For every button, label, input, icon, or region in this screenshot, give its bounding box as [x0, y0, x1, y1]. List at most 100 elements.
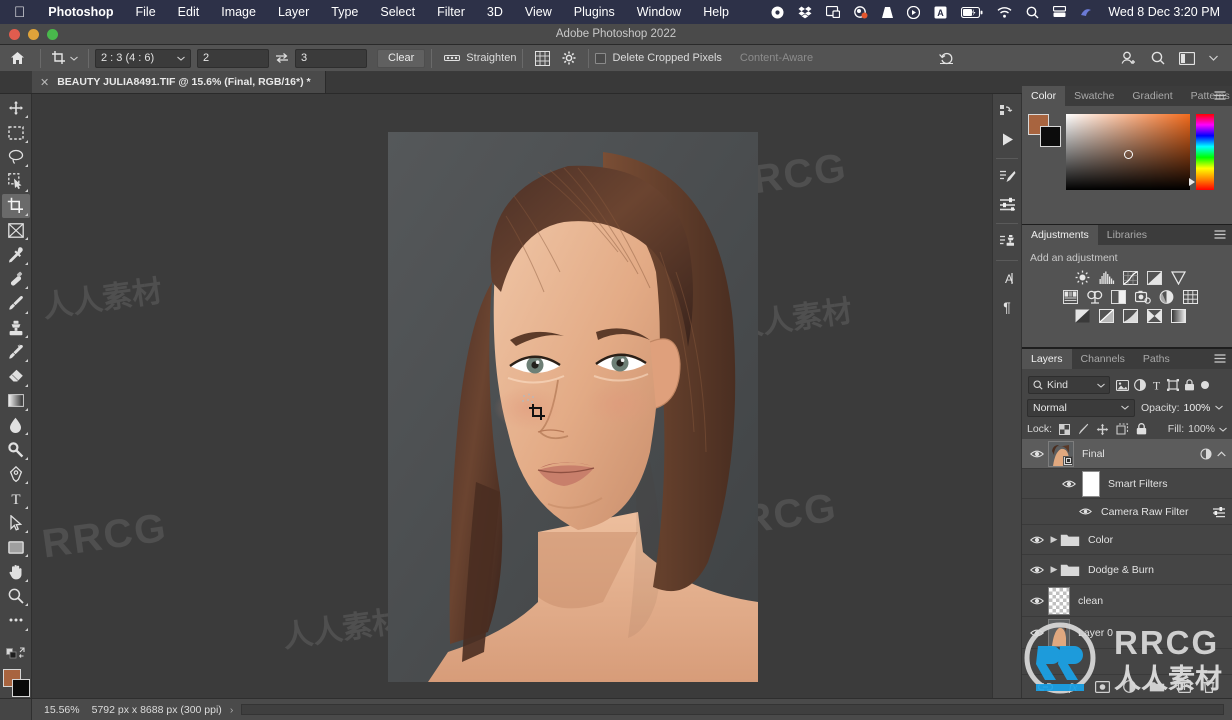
delete-layer-icon[interactable] [1203, 680, 1215, 693]
menu-item-window[interactable]: Window [626, 5, 692, 19]
layer-visibility-toggle[interactable] [1026, 565, 1048, 575]
brush-settings-icon[interactable] [994, 163, 1020, 189]
gradient-map-icon[interactable] [1170, 308, 1187, 323]
user-icon[interactable] [1073, 0, 1100, 24]
search-icon[interactable] [1019, 0, 1046, 24]
menu-clock[interactable]: Wed 8 Dec 3:20 PM [1100, 5, 1224, 19]
menu-item-image[interactable]: Image [210, 5, 267, 19]
group-expand-chevron-icon[interactable]: ▶ [1048, 534, 1060, 545]
menu-item-file[interactable]: File [125, 5, 167, 19]
table-row[interactable]: Final [1022, 439, 1232, 469]
tab-swatches[interactable]: Swatche [1065, 86, 1123, 106]
new-adjustment-icon[interactable] [1123, 680, 1136, 693]
lock-all-icon[interactable] [1136, 423, 1147, 435]
type-tool[interactable]: T [2, 486, 30, 510]
smart-object-filter-icon[interactable] [1184, 379, 1195, 391]
lock-artboard-icon[interactable] [1116, 423, 1129, 435]
shape-tool[interactable] [2, 535, 30, 559]
tab-layers[interactable]: Layers [1022, 349, 1072, 369]
levels-icon[interactable] [1098, 270, 1115, 285]
canvas-area[interactable]: 人人素材 RRCG RRCG 人人素材 RRCG 人人素材 [32, 94, 992, 698]
layer-thumbnail[interactable] [1048, 440, 1074, 467]
hue-slider-marker[interactable] [1189, 178, 1195, 186]
healing-brush-tool[interactable] [2, 267, 30, 291]
wifi-icon[interactable] [990, 0, 1019, 24]
tab-color[interactable]: Color [1022, 86, 1066, 106]
layer-style-fx-icon[interactable]: fx [1066, 680, 1082, 693]
lock-transparency-icon[interactable] [1059, 423, 1071, 435]
color-panel-swatches[interactable] [1028, 114, 1061, 147]
clone-stamp-tool[interactable] [2, 316, 30, 340]
tab-paths[interactable]: Paths [1134, 349, 1179, 369]
new-layer-icon[interactable] [1177, 680, 1191, 693]
layer-visibility-toggle[interactable] [1026, 507, 1096, 516]
new-group-icon[interactable] [1149, 680, 1165, 693]
menu-item-3d[interactable]: 3D [476, 5, 514, 19]
background-color-swatch[interactable] [11, 678, 30, 697]
threshold-icon[interactable] [1122, 308, 1139, 323]
lock-image-icon[interactable] [1077, 423, 1089, 435]
apple-icon[interactable]:  [14, 5, 25, 20]
close-icon[interactable]: ✕ [40, 76, 49, 89]
layer-visibility-toggle[interactable] [1026, 479, 1082, 489]
tab-channels[interactable]: Channels [1072, 349, 1134, 369]
link-layers-icon[interactable] [1038, 681, 1054, 693]
dodge-tool[interactable] [2, 437, 30, 461]
straighten-icon[interactable] [438, 52, 466, 64]
cleanshot-icon[interactable] [847, 0, 875, 24]
exposure-icon[interactable] [1146, 270, 1163, 285]
lock-position-icon[interactable] [1096, 423, 1109, 436]
straighten-label[interactable]: Straighten [466, 52, 516, 64]
layer-visibility-toggle[interactable] [1026, 535, 1048, 545]
tab-libraries[interactable]: Libraries [1098, 225, 1156, 245]
type-filter-icon[interactable]: T [1151, 379, 1162, 391]
zoom-tool[interactable] [2, 584, 30, 608]
history-brush-tool[interactable] [2, 340, 30, 364]
hand-tool[interactable] [2, 559, 30, 583]
panel-menu-icon[interactable] [1214, 91, 1226, 100]
chevron-right-icon[interactable]: › [230, 704, 234, 716]
color-lookup-icon[interactable] [1182, 289, 1199, 304]
dropbox-icon[interactable] [791, 0, 819, 24]
invert-icon[interactable] [1074, 308, 1091, 323]
gradient-tool[interactable] [2, 389, 30, 413]
menu-item-filter[interactable]: Filter [426, 5, 476, 19]
canvas-vertical-scrollbar[interactable] [983, 94, 992, 698]
layer-thumbnail[interactable] [1048, 586, 1070, 615]
play-icon[interactable] [900, 0, 927, 24]
opacity-value[interactable]: 100% [1184, 402, 1211, 414]
vibrance-icon[interactable] [1170, 270, 1187, 285]
character-panel-icon[interactable]: A [994, 265, 1020, 291]
menu-item-layer[interactable]: Layer [267, 5, 320, 19]
color-swatches[interactable] [2, 668, 30, 698]
grid-overlay-icon[interactable] [529, 50, 556, 66]
move-tool[interactable] [2, 96, 30, 120]
smart-filter-mask-thumbnail[interactable] [1082, 470, 1100, 497]
table-row[interactable]: Layer 0 [1022, 617, 1232, 649]
chevron-down-icon[interactable] [1203, 55, 1224, 61]
reset-arrow-icon[interactable] [933, 51, 961, 65]
color-field[interactable] [1066, 114, 1190, 190]
color-picker-marker[interactable] [1124, 150, 1133, 159]
document-tab[interactable]: ✕ BEAUTY JULIA8491.TIF @ 15.6% (Final, R… [32, 71, 326, 93]
layer-visibility-toggle[interactable] [1026, 449, 1048, 459]
delete-cropped-pixels-label[interactable]: Delete Cropped Pixels [612, 52, 721, 64]
panel-menu-icon[interactable] [1214, 230, 1226, 239]
menu-item-help[interactable]: Help [692, 5, 740, 19]
crop-tool[interactable] [1, 193, 30, 218]
filter-toggle-icon[interactable] [1200, 380, 1210, 390]
pen-tool[interactable] [2, 462, 30, 486]
layer-visibility-toggle[interactable] [1026, 628, 1048, 638]
pixel-filter-icon[interactable] [1116, 379, 1129, 391]
menu-item-select[interactable]: Select [369, 5, 426, 19]
layer-thumbnail[interactable] [1048, 618, 1070, 647]
properties-sliders-icon[interactable] [994, 191, 1020, 217]
brightness-contrast-icon[interactable] [1074, 270, 1091, 285]
zoom-level[interactable]: 15.56% [32, 704, 92, 716]
eyedropper-tool[interactable] [2, 242, 30, 266]
default-colors-icon[interactable] [2, 640, 30, 664]
frame-tool[interactable] [2, 218, 30, 242]
menu-item-plugins[interactable]: Plugins [563, 5, 626, 19]
active-tool-preset[interactable] [47, 48, 82, 69]
paragraph-panel-icon[interactable]: ¶ [994, 293, 1020, 319]
